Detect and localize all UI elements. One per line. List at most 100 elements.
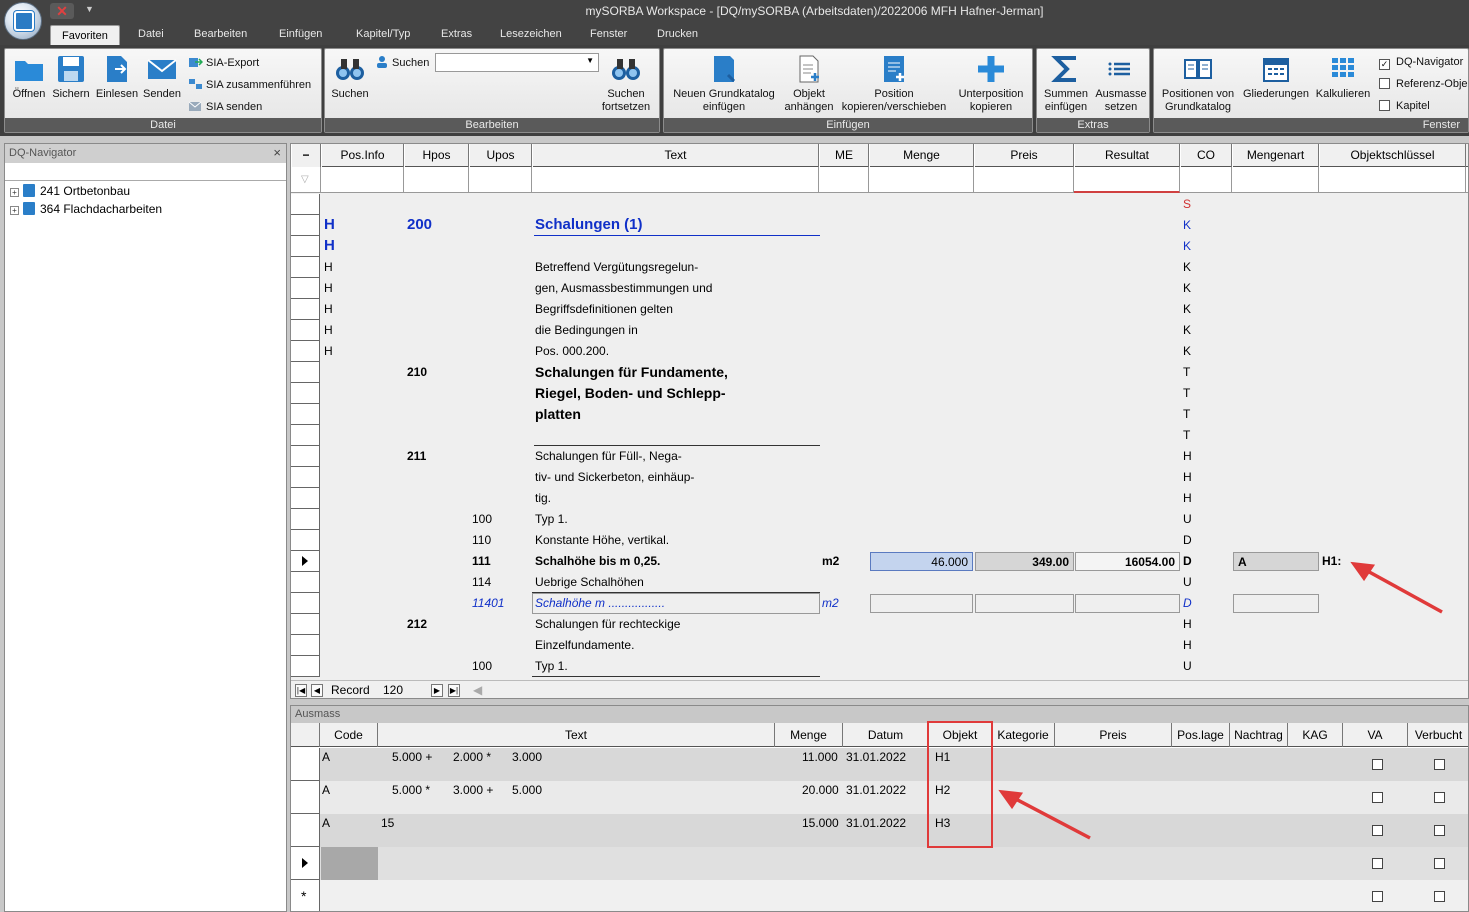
filter-cell[interactable] (469, 167, 532, 193)
menge-input[interactable]: 46.000 (870, 552, 973, 571)
col-verbucht[interactable]: Verbucht (1408, 723, 1468, 747)
filter-cell[interactable] (1180, 167, 1232, 193)
position-kopieren-button[interactable]: Position kopieren/verschieben (838, 53, 950, 114)
filter-cell[interactable] (869, 167, 974, 193)
row-selector[interactable] (291, 781, 320, 814)
filter-cell[interactable] (1319, 167, 1466, 193)
row-selector[interactable] (291, 847, 320, 880)
tab-drucken[interactable]: Drucken (657, 28, 698, 40)
table-row[interactable]: S (291, 194, 1468, 215)
row-selector[interactable] (291, 383, 320, 404)
filter-cell[interactable] (974, 167, 1074, 193)
navigator-item[interactable]: +364 Flachdacharbeiten (5, 200, 286, 218)
suchen-button[interactable]: Suchen (329, 53, 371, 101)
col-va[interactable]: VA (1343, 723, 1408, 747)
table-row[interactable]: T (291, 425, 1468, 446)
row-selector[interactable] (291, 446, 320, 467)
tab-datei[interactable]: Datei (138, 28, 164, 40)
prev-record-icon[interactable]: ◀ (311, 684, 323, 697)
table-row[interactable]: 111 Schalhöhe bis m 0,25. m2 D 46.000 349.00 1… (291, 551, 1468, 572)
current-cell[interactable] (321, 847, 378, 880)
filter-cell[interactable] (1074, 167, 1180, 193)
row-selector[interactable] (291, 635, 320, 656)
verbucht-checkbox[interactable] (1434, 792, 1445, 803)
table-row[interactable]: 210 Schalungen für Fundamente, T (291, 362, 1468, 383)
col-mengenart[interactable]: Mengenart (1232, 144, 1319, 167)
filter-cell[interactable] (404, 167, 469, 193)
row-selector[interactable] (291, 425, 320, 446)
suchen-fortsetzen-button[interactable]: Suchen fortsetzen (597, 53, 655, 114)
checkbox-icon[interactable] (1379, 100, 1390, 111)
referenz-objekt-checkbox[interactable]: Referenz-Obje (1379, 78, 1468, 90)
table-row[interactable]: H Begriffsdefinitionen gelten K (291, 299, 1468, 320)
table-row[interactable]: H Pos. 000.200. K (291, 341, 1468, 362)
col-kategorie[interactable]: Kategorie (992, 723, 1055, 747)
row-selector[interactable] (291, 362, 320, 383)
verbucht-checkbox[interactable] (1434, 759, 1445, 770)
row-selector[interactable] (291, 341, 320, 362)
sia-senden-button[interactable]: SIA senden (189, 100, 262, 113)
row-selector[interactable] (291, 530, 320, 551)
va-checkbox[interactable] (1372, 858, 1383, 869)
ausmass-row[interactable] (291, 847, 1468, 880)
col-aus-menge[interactable]: Menge (775, 723, 843, 747)
app-logo[interactable] (4, 2, 42, 40)
row-selector[interactable] (291, 194, 320, 215)
positionen-grundkatalog-button[interactable]: Positionen von Grundkatalog (1156, 53, 1240, 114)
expand-icon[interactable]: + (10, 206, 19, 215)
va-checkbox[interactable] (1372, 759, 1383, 770)
tab-bearbeiten[interactable]: Bearbeiten (194, 28, 247, 40)
table-row[interactable]: Riegel, Boden- und Schlepp- T (291, 383, 1468, 404)
chevron-down-icon[interactable]: ▼ (586, 56, 594, 65)
row-selector[interactable] (291, 814, 320, 847)
row-selector[interactable] (291, 509, 320, 530)
grundkatalog-einfuegen-button[interactable]: Neuen Grundkatalog einfügen (668, 53, 780, 114)
row-selector[interactable] (291, 467, 320, 488)
checkbox-icon[interactable] (1379, 78, 1390, 89)
first-record-icon[interactable]: |◀ (295, 684, 307, 697)
next-record-icon[interactable]: ▶ (431, 684, 443, 697)
table-row[interactable]: platten T (291, 404, 1468, 425)
ausmass-row[interactable]: A 15 15.000 31.01.2022 H3 (291, 814, 1468, 847)
menge-input[interactable] (870, 594, 973, 613)
dq-navigator-checkbox[interactable]: ✓ DQ-Navigator (1379, 56, 1463, 70)
va-checkbox[interactable] (1372, 891, 1383, 902)
senden-button[interactable]: Senden (141, 53, 183, 101)
table-row[interactable]: 211 Schalungen für Füll-, Nega- H (291, 446, 1468, 467)
row-selector[interactable] (291, 748, 320, 781)
preis-input[interactable] (975, 594, 1074, 613)
grid-collapse-button[interactable]: − (291, 144, 321, 167)
summen-einfuegen-button[interactable]: Summen einfügen (1039, 53, 1093, 114)
expand-icon[interactable]: + (10, 188, 19, 197)
row-selector[interactable] (291, 404, 320, 425)
einlesen-button[interactable]: Einlesen (95, 53, 139, 101)
col-poslage[interactable]: Pos.lage (1172, 723, 1230, 747)
row-selector[interactable] (291, 299, 320, 320)
last-record-icon[interactable]: ▶| (448, 684, 460, 697)
col-code[interactable]: Code (320, 723, 378, 747)
table-row[interactable]: 11401 Schalhöhe m ................. m2 D (291, 593, 1468, 614)
col-nachtrag[interactable]: Nachtrag (1230, 723, 1288, 747)
va-checkbox[interactable] (1372, 825, 1383, 836)
table-row[interactable]: Hgen, Ausmassbestimmungen und K (291, 278, 1468, 299)
va-checkbox[interactable] (1372, 792, 1383, 803)
navigator-search-input[interactable] (5, 163, 286, 181)
col-datum[interactable]: Datum (843, 723, 929, 747)
col-aus-text[interactable]: Text (378, 723, 775, 747)
row-selector[interactable] (291, 551, 320, 572)
table-row[interactable]: Hdie Bedingungen in K (291, 320, 1468, 341)
tab-favoriten[interactable]: Favoriten (50, 25, 120, 45)
table-row[interactable]: tiv- und Sickerbeton, einhäup- H (291, 467, 1468, 488)
kalkulieren-button[interactable]: Kalkulieren (1312, 53, 1374, 101)
row-selector[interactable] (291, 278, 320, 299)
suchen-combobox[interactable]: ▼ (435, 53, 599, 72)
tab-einfuegen[interactable]: Einfügen (279, 28, 322, 40)
col-objektschluessel[interactable]: Objektschlüssel (1319, 144, 1466, 167)
table-row[interactable]: 114 Uebrige Schalhöhen U (291, 572, 1468, 593)
preis-input[interactable]: 349.00 (975, 552, 1074, 571)
table-row[interactable]: 110 Konstante Höhe, vertikal. D (291, 530, 1468, 551)
verbucht-checkbox[interactable] (1434, 891, 1445, 902)
col-resultat[interactable]: Resultat (1074, 144, 1180, 167)
ausmass-row[interactable]: A 5.000 * 3.000 +5.000 20.000 31.01.2022 H2 (291, 781, 1468, 814)
row-selector[interactable] (291, 320, 320, 341)
